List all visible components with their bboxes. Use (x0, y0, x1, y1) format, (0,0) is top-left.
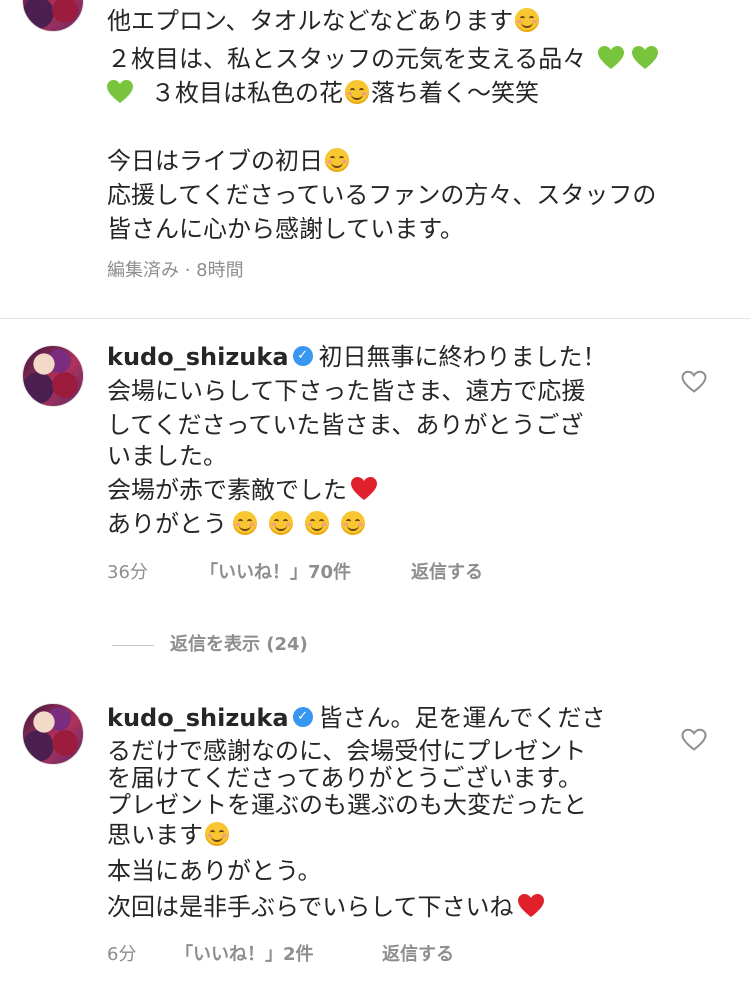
reply-button[interactable]: 返信する (411, 562, 483, 584)
comment-text-line: 本当にありがとう。 (107, 857, 322, 885)
avatar[interactable] (22, 703, 84, 765)
reply-thread-line (112, 645, 154, 646)
comment-text-line: ありがとう (107, 509, 367, 539)
comment-text-line: るだけで感謝なのに、会場受付にプレゼント (107, 737, 587, 765)
comment-text-line: 応援してくださっているファンの方々、スタッフの (107, 181, 657, 209)
reply-button[interactable]: 返信する (382, 944, 454, 966)
comment-text-line: 他エプロン、タオルなどなどあります (107, 6, 541, 36)
comment-text-line: ３枚目は私色の花 落ち着く〜笑笑 (107, 78, 539, 108)
comment-text-line: ２枚目は、私とスタッフの元気を支える品々 (107, 44, 662, 74)
username[interactable]: kudo_shizuka (107, 343, 289, 371)
green-heart-emoji (597, 46, 624, 69)
avatar[interactable] (22, 0, 84, 32)
verified-badge-icon: ✓ (292, 707, 313, 727)
smiling-face-emoji (341, 511, 365, 535)
comment-text-line: してくださっていた皆さま、ありがとうござ (107, 411, 584, 439)
likes-count-link[interactable]: 「いいね！」70件 (200, 562, 351, 584)
comment-time: 36分 (107, 562, 148, 583)
comment-text-line: 皆さんに心から感謝しています。 (107, 215, 464, 243)
comment-text-line: 次回は是非手ぶらでいらして下さいね (107, 892, 548, 922)
comment-meta: 編集済み · 8時間 (107, 260, 244, 281)
green-heart-emoji (631, 46, 658, 69)
heart-outline-icon[interactable] (681, 728, 707, 752)
comment-text-line: 今日はライブの初日 (107, 146, 351, 176)
divider (0, 318, 750, 319)
smiling-face-emoji (305, 511, 329, 535)
comment-text-line: kudo_shizuka ✓ 皆さん。足を運んでくださ (107, 704, 606, 732)
green-heart-emoji (107, 80, 133, 103)
comment-text-line: を届けてくださってありがとうございます。 (107, 764, 582, 792)
smiling-face-emoji (269, 511, 293, 535)
red-heart-emoji (517, 894, 544, 917)
comment-time: 6分 (107, 944, 137, 965)
verified-badge-icon: ✓ (292, 346, 313, 366)
view-replies-button[interactable]: 返信を表示 (24) (170, 634, 308, 656)
comment-text-line: いました。 (107, 442, 227, 470)
red-heart-emoji (351, 477, 377, 500)
comment-text-line: 思います (107, 820, 231, 850)
smiling-face-emoji (233, 511, 257, 535)
smiling-face-emoji (205, 822, 229, 846)
heart-outline-icon[interactable] (681, 370, 707, 394)
comment-text-line: 会場にいらして下さった皆さま、遠方で応援 (107, 377, 586, 405)
comment-text-line: プレゼントを運ぶのも選ぶのも大変だったと (107, 791, 587, 819)
comment-text-line: kudo_shizuka ✓ 初日無事に終わりました！ (107, 343, 607, 371)
comment-text-line: 会場が赤で素敵でした (107, 475, 381, 505)
smiling-face-emoji (325, 148, 349, 172)
smiling-face-emoji (515, 8, 540, 32)
username[interactable]: kudo_shizuka (107, 704, 289, 732)
likes-count-link[interactable]: 「いいね！」2件 (175, 944, 314, 966)
avatar[interactable] (22, 345, 84, 407)
smiling-face-emoji (345, 80, 369, 104)
